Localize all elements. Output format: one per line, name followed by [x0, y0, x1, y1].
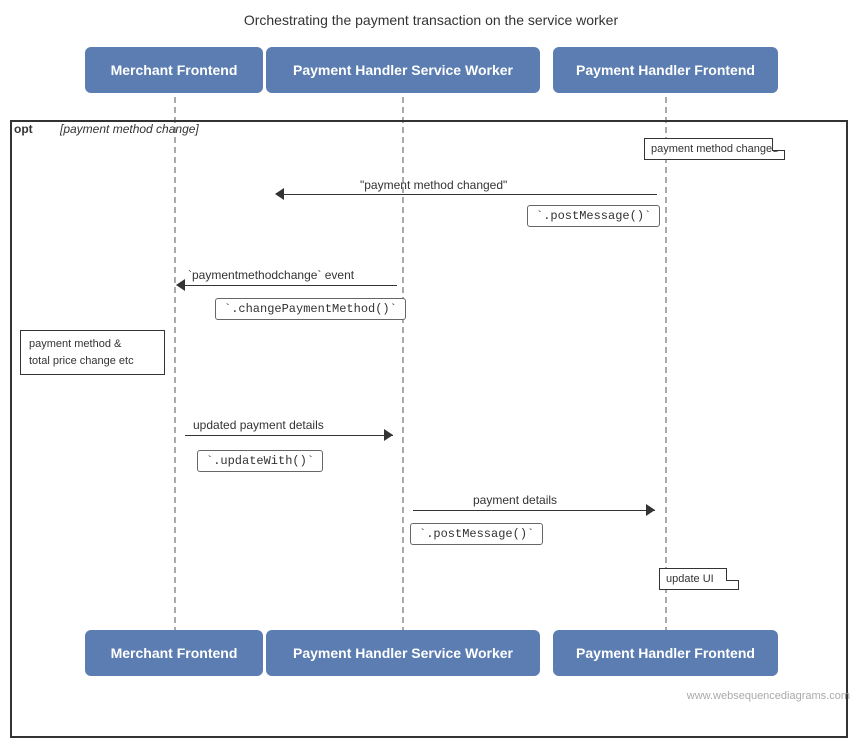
- method-postmessage-1: `.postMessage()`: [527, 205, 660, 227]
- arrow-paydetails-line: [413, 510, 655, 511]
- arrow-updated-head: [384, 429, 393, 441]
- actor-sw-top: Payment Handler Service Worker: [266, 47, 540, 93]
- arrow-pmchange-label: `paymentmethodchange` event: [188, 268, 354, 282]
- side-note-payment: payment method & total price change etc: [20, 330, 165, 375]
- arrow-pm-changed-head: [275, 188, 284, 200]
- note-payment-method-changed: payment method changed: [644, 138, 785, 160]
- opt-label: opt: [14, 122, 33, 136]
- actor-frontend-bottom: Payment Handler Frontend: [553, 630, 778, 676]
- actor-merchant-top: Merchant Frontend: [85, 47, 263, 93]
- actor-frontend-top: Payment Handler Frontend: [553, 47, 778, 93]
- actor-sw-bottom: Payment Handler Service Worker: [266, 630, 540, 676]
- method-updatewith: `.updateWith()`: [197, 450, 323, 472]
- arrow-pm-changed-label: "payment method changed": [360, 178, 507, 192]
- arrow-pmchange-head: [176, 279, 185, 291]
- method-changepm: `.changePaymentMethod()`: [215, 298, 406, 320]
- method-postmessage-2: `.postMessage()`: [410, 523, 543, 545]
- arrow-paydetails-head: [646, 504, 655, 516]
- diagram-title: Orchestrating the payment transaction on…: [0, 0, 862, 36]
- watermark: www.websequencediagrams.com: [687, 690, 850, 702]
- arrow-updated-label: updated payment details: [193, 418, 324, 432]
- note-update-ui: update UI: [659, 568, 739, 590]
- arrow-updated-line: [185, 435, 393, 436]
- opt-condition: [payment method change]: [60, 122, 199, 136]
- arrow-pmchange-line: [185, 285, 397, 286]
- arrow-pm-changed-line: [284, 194, 657, 195]
- diagram: Orchestrating the payment transaction on…: [0, 0, 862, 710]
- actor-merchant-bottom: Merchant Frontend: [85, 630, 263, 676]
- arrow-paydetails-label: payment details: [473, 493, 557, 507]
